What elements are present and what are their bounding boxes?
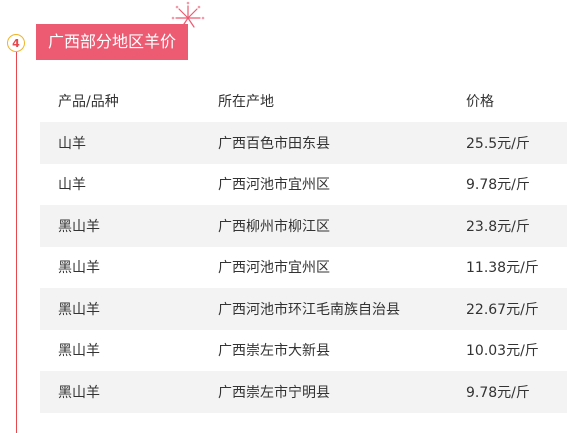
cell-price: 9.78元/斤 [466, 384, 530, 401]
step-number-badge: 4 [7, 34, 25, 52]
table-row: 黑山羊 广西河池市宜州区 11.38元/斤 [40, 247, 567, 289]
cell-product: 黑山羊 [58, 384, 100, 401]
cell-product: 黑山羊 [58, 343, 100, 360]
table-row: 黑山羊 广西河池市环江毛南族自治县 22.67元/斤 [40, 288, 567, 330]
table-row: 山羊 广西百色市田东县 25.5元/斤 [40, 122, 567, 164]
cell-price: 11.38元/斤 [466, 260, 539, 277]
table-row: 黑山羊 广西崇左市宁明县 9.78元/斤 [40, 371, 567, 413]
table-row: 山羊 广西河池市宜州区 9.78元/斤 [40, 164, 567, 206]
cell-price: 25.5元/斤 [466, 135, 530, 152]
cell-location: 广西河池市环江毛南族自治县 [218, 301, 400, 318]
section-title: 广西部分地区羊价 [36, 24, 189, 60]
cell-price: 10.03元/斤 [466, 343, 539, 360]
cell-price: 9.78元/斤 [466, 177, 530, 194]
table-header-row: 产品/品种 所在产地 价格 [40, 80, 567, 122]
cell-location: 广西崇左市大新县 [218, 343, 330, 360]
cell-product: 山羊 [58, 135, 86, 152]
cell-price: 22.67元/斤 [466, 301, 539, 318]
timeline-line [16, 52, 17, 433]
cell-location: 广西河池市宜州区 [218, 177, 330, 194]
cell-location: 广西崇左市宁明县 [218, 384, 330, 401]
cell-price: 23.8元/斤 [466, 218, 530, 235]
cell-product: 黑山羊 [58, 301, 100, 318]
header-price: 价格 [466, 94, 494, 110]
cell-location: 广西柳州市柳江区 [218, 218, 330, 235]
cell-product: 山羊 [58, 177, 86, 194]
cell-product: 黑山羊 [58, 260, 100, 277]
header-location: 所在产地 [218, 94, 274, 110]
cell-location: 广西河池市宜州区 [218, 260, 330, 277]
table-row: 黑山羊 广西崇左市大新县 10.03元/斤 [40, 330, 567, 372]
table-row: 黑山羊 广西柳州市柳江区 23.8元/斤 [40, 205, 567, 247]
cell-product: 黑山羊 [58, 218, 100, 235]
price-table: 产品/品种 所在产地 价格 山羊 广西百色市田东县 25.5元/斤 山羊 广西河… [40, 80, 567, 413]
header-product: 产品/品种 [58, 94, 119, 110]
cell-location: 广西百色市田东县 [218, 135, 330, 152]
